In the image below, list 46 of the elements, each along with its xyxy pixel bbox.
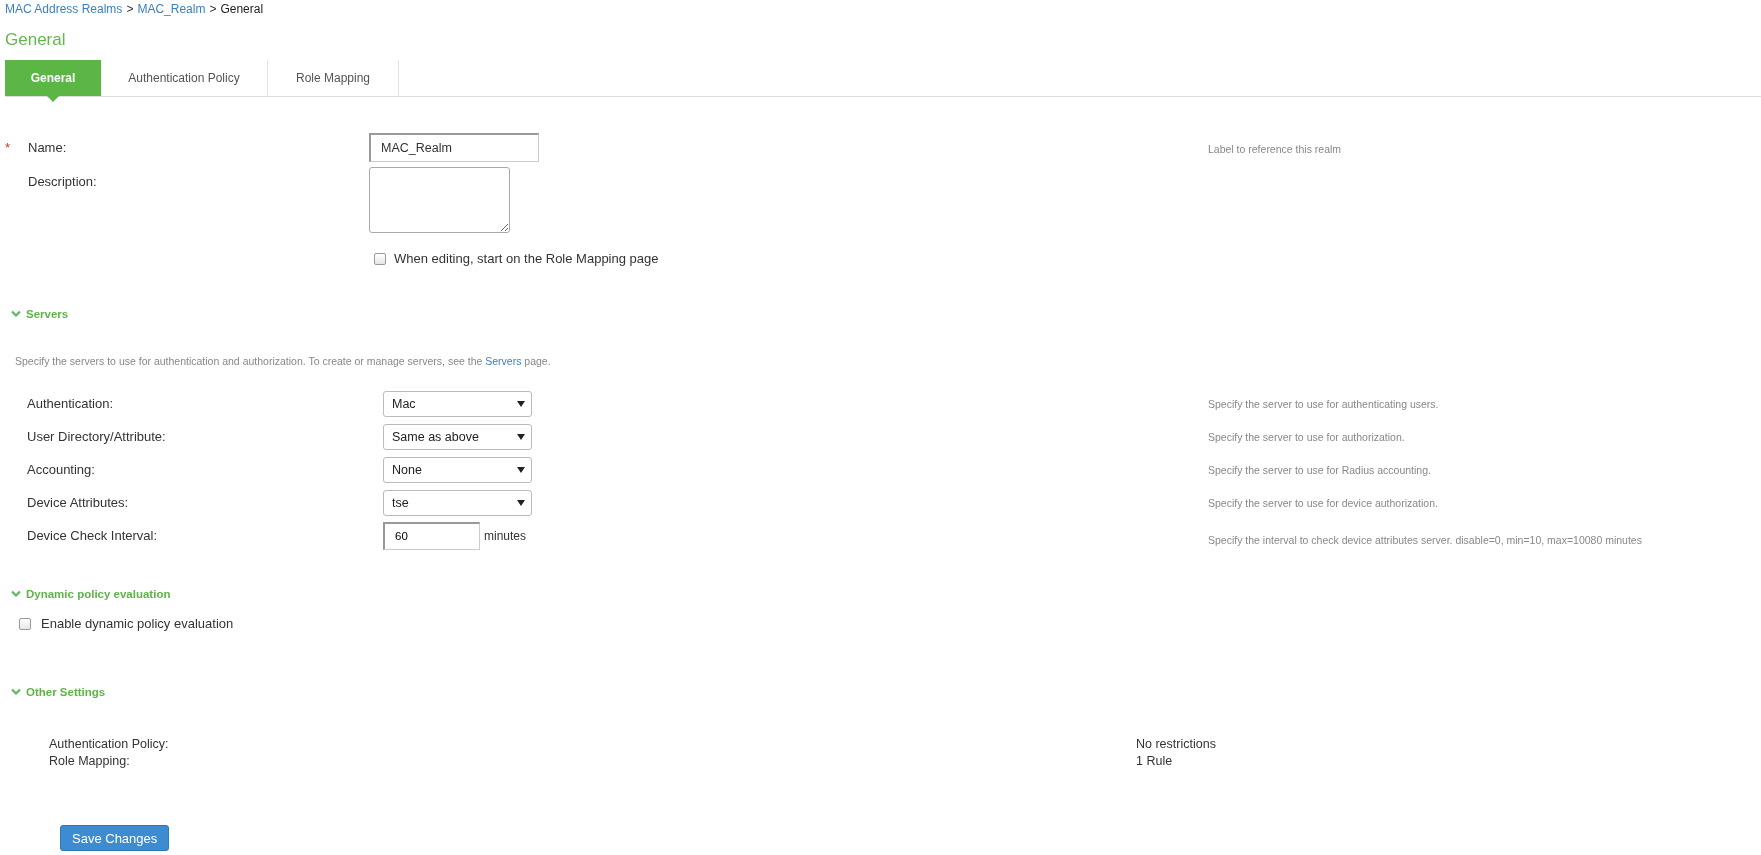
breadcrumb-link[interactable]: MAC Address Realms <box>5 2 123 16</box>
dropdown[interactable]: Mac <box>383 390 532 417</box>
field-label: Device Attributes: <box>27 495 129 510</box>
caret-icon <box>517 433 525 440</box>
help-text: Specify the server to use for authenticating users. <box>1208 397 1439 410</box>
description-textarea[interactable] <box>369 167 510 233</box>
chevron-icon[interactable] <box>11 310 21 318</box>
breadcrumb-separator: > <box>209 2 217 16</box>
dropdown[interactable]: tse <box>383 489 532 516</box>
checkbox[interactable] <box>19 617 31 630</box>
caret-icon <box>517 400 525 407</box>
interval-input-field[interactable]: 60 <box>383 521 480 550</box>
dropdown[interactable]: None <box>383 456 532 483</box>
page-title: General <box>5 29 67 51</box>
field-label: Accounting: <box>27 462 95 477</box>
setting-label: Authentication Policy: <box>49 737 169 751</box>
caret-icon <box>517 499 525 506</box>
field-label: Device Check Interval: <box>27 528 158 543</box>
unit-label: minutes <box>484 528 527 543</box>
section-description: Specify the servers to use for authentication and authorization. To create or manage servers, see the Servers page. <box>15 355 552 367</box>
servers-link[interactable]: Servers <box>485 355 522 367</box>
breadcrumb-separator: > <box>126 2 134 16</box>
field-label: Name: <box>28 140 67 155</box>
help-text: Specify the server to use for authorization. <box>1208 430 1405 443</box>
field-label: Authentication: <box>27 396 113 411</box>
help-text: Specify the server to use for Radius accounting. <box>1208 463 1431 476</box>
caret-icon <box>517 466 525 473</box>
setting-label: Role Mapping: <box>49 754 130 768</box>
breadcrumb-current: General <box>220 2 264 16</box>
chevron-icon[interactable] <box>11 590 21 598</box>
chevron-icon[interactable] <box>11 688 21 696</box>
checkbox[interactable] <box>374 252 386 265</box>
setting-value: 1 Rule <box>1136 754 1173 768</box>
help-text: Label to reference this realm <box>1208 143 1342 155</box>
checkbox-label: When editing, start on the Role Mapping page <box>394 251 659 266</box>
breadcrumb-link[interactable]: MAC_Realm <box>137 2 206 16</box>
name-input-field[interactable]: MAC_Realm <box>369 133 539 162</box>
required-mark: * <box>5 140 11 155</box>
field-label: Description: <box>28 174 97 189</box>
dropdown[interactable]: Same as above <box>383 423 532 450</box>
setting-value: No restrictions <box>1136 737 1216 751</box>
checkbox-label: Enable dynamic policy evaluation <box>41 616 234 631</box>
save-changes-button[interactable]: Save Changes <box>60 825 170 851</box>
field-label: User Directory/Attribute: <box>27 429 166 444</box>
help-text: Specify the interval to check device attributes server. disable=0, min=10, max=10080 minutes <box>1208 533 1642 546</box>
help-text: Specify the server to use for device authorization. <box>1208 496 1438 509</box>
